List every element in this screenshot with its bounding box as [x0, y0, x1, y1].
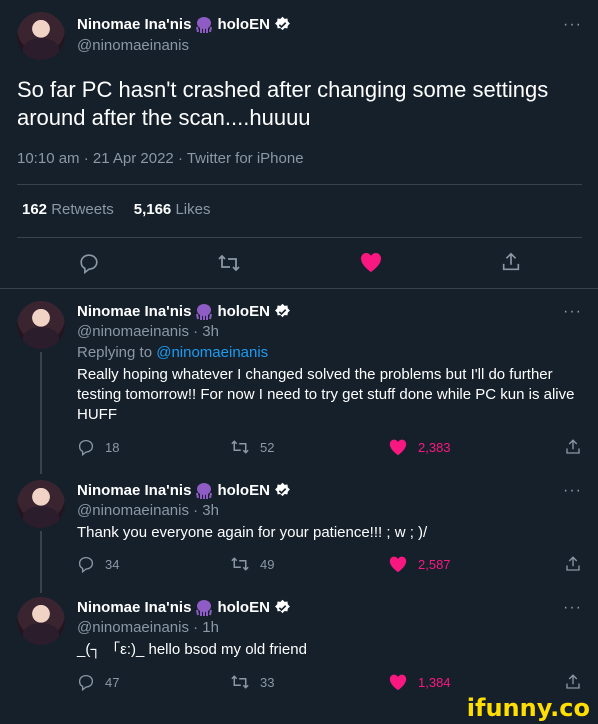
like-action[interactable]: 2,383	[388, 438, 451, 456]
reply-action[interactable]: 34	[77, 555, 119, 573]
retweet-icon	[231, 557, 249, 571]
octopus-icon	[196, 303, 213, 320]
reply-author-name: Ninomae Ina'nis	[77, 599, 192, 616]
author-name-suffix: holoEN	[217, 16, 270, 33]
reply-icon[interactable]	[78, 252, 100, 274]
like-icon	[389, 556, 407, 573]
more-options-icon[interactable]: ···	[563, 482, 582, 500]
retweets-stat[interactable]: 162 Retweets	[22, 201, 114, 218]
divider	[17, 237, 582, 238]
reply-author-name-suffix: holoEN	[217, 599, 270, 616]
retweet-icon	[231, 440, 249, 454]
share-icon[interactable]	[564, 555, 582, 573]
reply-text: Really hoping whatever I changed solved …	[77, 366, 575, 423]
tweet-meta[interactable]: 10:10 am · 21 Apr 2022 · Twitter for iPh…	[17, 150, 304, 167]
more-options-icon[interactable]: ···	[563, 16, 582, 34]
like-action[interactable]: 1,384	[388, 673, 451, 691]
more-options-icon[interactable]: ···	[563, 303, 582, 321]
retweets-count: 162	[22, 201, 48, 218]
avatar[interactable]	[17, 480, 65, 528]
like-count: 1,384	[418, 674, 451, 690]
retweet-action[interactable]: 52	[230, 438, 274, 456]
replying-to-prefix: Replying to	[77, 344, 157, 361]
avatar[interactable]	[17, 301, 65, 349]
reply-author-handle[interactable]: @ninomaeinanis · 3h	[77, 502, 219, 519]
replying-to-line: Replying to @ninomaeinanis	[77, 344, 268, 361]
reply-author-name: Ninomae Ina'nis	[77, 482, 192, 499]
octopus-icon	[196, 16, 213, 33]
thread-line	[40, 352, 42, 474]
reply-icon	[78, 674, 94, 691]
reply-actions: 34 49 2,587	[77, 555, 582, 575]
reply-count: 34	[105, 556, 120, 572]
reply-count: 47	[105, 674, 120, 690]
reply-action[interactable]: 18	[77, 438, 119, 456]
like-icon	[389, 439, 407, 456]
watermark: ifunny.co	[466, 694, 590, 722]
reply-author-name-row[interactable]: Ninomae Ina'nis holoEN	[77, 482, 291, 499]
retweet-action[interactable]: 49	[230, 555, 274, 573]
reply-author-name-row[interactable]: Ninomae Ina'nis holoEN	[77, 303, 291, 320]
reply-author-name-row[interactable]: Ninomae Ina'nis holoEN	[77, 599, 291, 616]
reply-actions: 47 33 1,384	[77, 673, 582, 693]
verified-badge-icon	[275, 482, 290, 497]
author-name-row[interactable]: Ninomae Ina'nis holoEN	[77, 16, 291, 33]
reply-text: _(┐ 「ε:)_ hello bsod my old friend	[77, 641, 307, 658]
reply-icon	[78, 556, 94, 573]
retweet-count: 33	[260, 674, 275, 690]
avatar[interactable]	[17, 12, 65, 60]
verified-badge-icon	[275, 16, 290, 31]
retweet-action[interactable]: 33	[230, 673, 274, 691]
share-icon[interactable]	[564, 438, 582, 456]
reply-actions: 18 52 2,383	[77, 438, 582, 458]
like-count: 2,383	[418, 439, 451, 455]
retweet-count: 52	[260, 439, 275, 455]
like-action[interactable]: 2,587	[388, 555, 451, 573]
retweet-count: 49	[260, 556, 275, 572]
retweet-icon	[231, 675, 249, 689]
share-icon[interactable]	[500, 251, 522, 273]
author-name: Ninomae Ina'nis	[77, 16, 192, 33]
reply-text: Thank you everyone again for your patien…	[77, 524, 428, 541]
likes-count: 5,166	[133, 201, 172, 218]
like-count: 2,587	[418, 556, 451, 572]
thread-line	[40, 531, 42, 593]
reply-action[interactable]: 47	[77, 673, 119, 691]
reply-author-name-suffix: holoEN	[217, 482, 270, 499]
octopus-icon	[196, 482, 213, 499]
divider	[17, 184, 582, 185]
likes-stat[interactable]: 5,166 Likes	[134, 201, 211, 218]
divider	[0, 288, 598, 289]
tweet-text: So far PC hasn't crashed after changing …	[17, 77, 549, 130]
likes-label: Likes	[175, 201, 211, 218]
like-icon[interactable]	[359, 251, 383, 273]
share-icon[interactable]	[564, 673, 582, 691]
reply-author-handle[interactable]: @ninomaeinanis · 3h	[77, 323, 219, 340]
verified-badge-icon	[275, 303, 290, 318]
reply-author-name: Ninomae Ina'nis	[77, 303, 192, 320]
more-options-icon[interactable]: ···	[563, 599, 582, 617]
verified-badge-icon	[275, 599, 290, 614]
replying-to-link[interactable]: @ninomaeinanis	[156, 344, 268, 361]
like-icon	[389, 674, 407, 691]
tweet-stats: 162 Retweets 5,166 Likes	[22, 201, 210, 218]
retweets-label: Retweets	[51, 201, 114, 218]
reply-icon	[78, 439, 94, 456]
reply-count: 18	[105, 439, 120, 455]
reply-author-name-suffix: holoEN	[217, 303, 270, 320]
reply-author-handle[interactable]: @ninomaeinanis · 1h	[77, 619, 219, 636]
octopus-icon	[196, 599, 213, 616]
retweet-icon[interactable]	[217, 252, 241, 274]
avatar[interactable]	[17, 597, 65, 645]
author-handle[interactable]: @ninomaeinanis	[77, 37, 189, 54]
